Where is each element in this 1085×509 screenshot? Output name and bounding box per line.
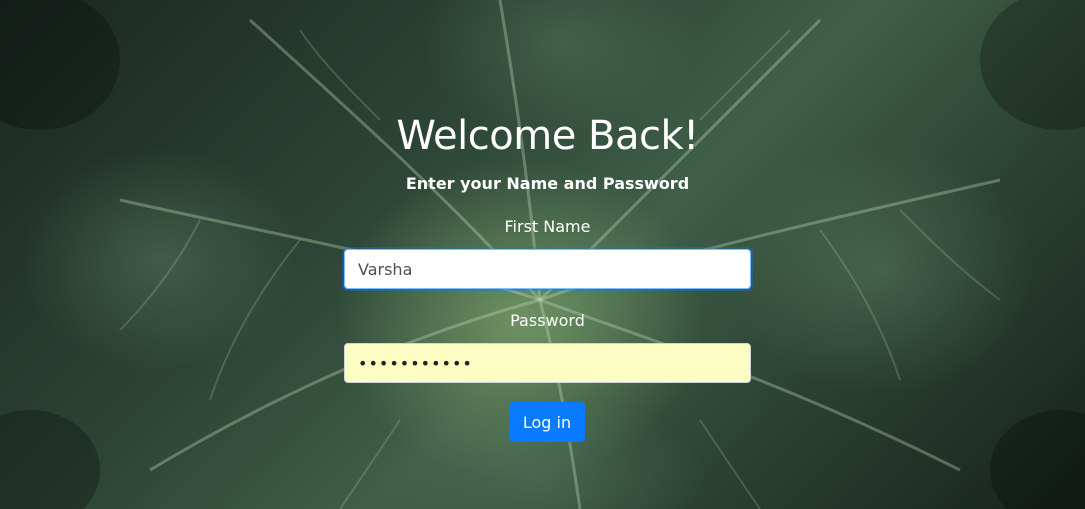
page-title: Welcome Back! — [396, 113, 699, 159]
password-label: Password — [510, 311, 585, 330]
first-name-label: First Name — [504, 217, 591, 236]
login-button[interactable]: Log in — [509, 402, 585, 442]
page-subtitle: Enter your Name and Password — [405, 174, 690, 193]
password-input[interactable] — [344, 343, 751, 383]
first-name-input[interactable] — [344, 249, 751, 289]
